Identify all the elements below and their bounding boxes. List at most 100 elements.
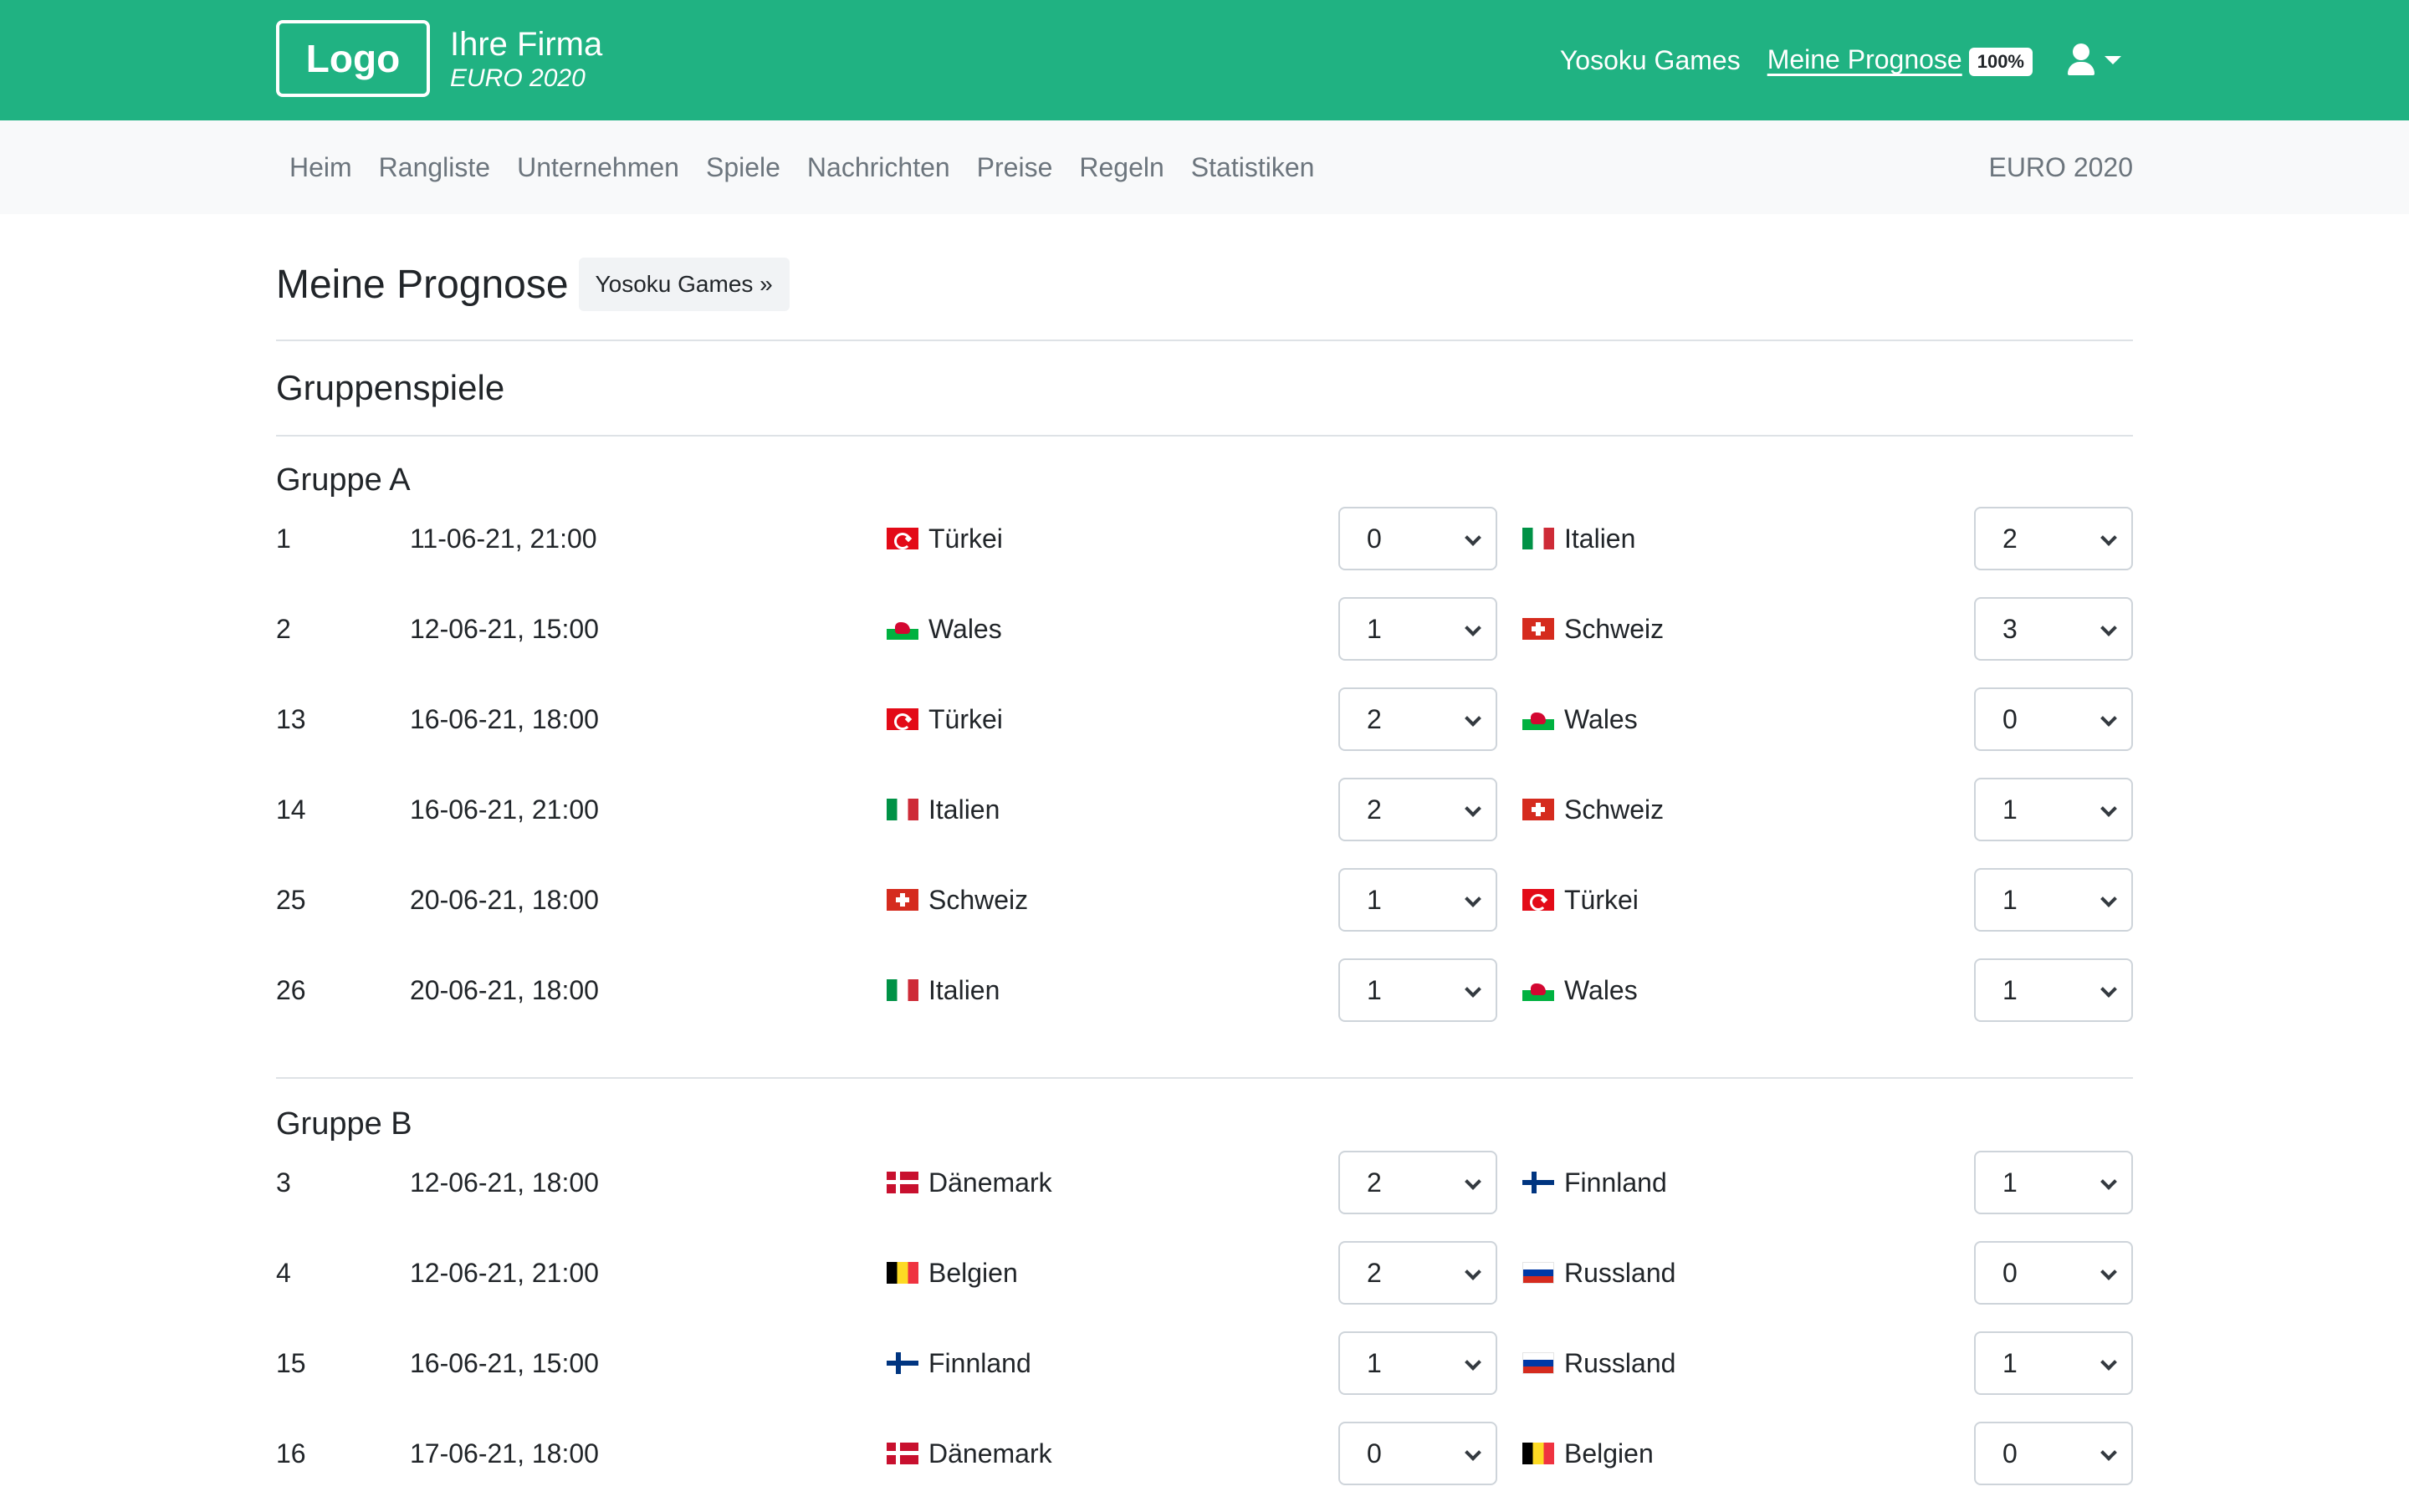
main-content: Meine Prognose Yosoku Games » Gruppenspi… [276, 214, 2133, 1512]
secondary-navbar: Heim Rangliste Unternehmen Spiele Nachri… [0, 120, 2409, 214]
away-score-select[interactable]: 1 [1974, 868, 2133, 932]
home-score-value: 1 [1367, 884, 1382, 915]
flag-be-icon [1522, 1443, 1554, 1464]
flag-fi-icon [1522, 1172, 1554, 1193]
home-team: Italien [887, 958, 1000, 1022]
home-score-select[interactable]: 2 [1338, 778, 1497, 841]
away-team-name: Belgien [1564, 1438, 1654, 1469]
subnav-item-nachrichten[interactable]: Nachrichten [794, 152, 964, 183]
home-team: Wales [887, 597, 1002, 661]
page-header: Meine Prognose Yosoku Games » [276, 256, 2133, 313]
home-score-select[interactable]: 0 [1338, 1422, 1497, 1485]
home-score-cell: 0 [1338, 507, 1497, 570]
caret-down-icon [2105, 56, 2121, 64]
away-score-select[interactable]: 1 [1974, 778, 2133, 841]
divider [276, 340, 2133, 341]
home-score-value: 1 [1367, 974, 1382, 1005]
home-score-select[interactable]: 2 [1338, 1151, 1497, 1214]
home-score-value: 0 [1367, 523, 1382, 554]
away-score-select[interactable]: 0 [1974, 1422, 2133, 1485]
home-team-name: Italien [928, 794, 1000, 825]
away-score-value: 1 [2002, 1167, 2018, 1198]
home-team-name: Finnland [928, 1347, 1031, 1378]
away-team-name: Wales [1564, 703, 1638, 734]
subnav-item-rangliste[interactable]: Rangliste [366, 152, 504, 183]
subnav-item-heim[interactable]: Heim [276, 152, 366, 183]
away-score-select[interactable]: 1 [1974, 1151, 2133, 1214]
home-team: Türkei [887, 507, 1003, 570]
away-team: Belgien [1522, 1422, 1654, 1485]
home-team-name: Türkei [928, 523, 1003, 554]
user-menu-toggle[interactable] [2066, 43, 2121, 77]
nav-meine-prognose[interactable]: Meine Prognose 100% [1767, 44, 2033, 76]
flag-be-icon [887, 1262, 918, 1284]
home-team: Finnland [887, 1331, 1031, 1395]
away-team: Schweiz [1522, 597, 1664, 661]
away-score-select[interactable]: 2 [1974, 507, 2133, 570]
home-score-select[interactable]: 2 [1338, 687, 1497, 751]
home-score-cell: 2 [1338, 778, 1497, 841]
group-section: Gruppe B 3 12-06-21, 18:00 Dänemark 2 Finnlan… [276, 1077, 2133, 1512]
match-row: 16 17-06-21, 18:00 Dänemark 0 Belgien 0 [276, 1422, 2133, 1512]
chevron-down-icon [2100, 891, 2117, 907]
flag-tr-icon [1522, 889, 1554, 911]
home-score-select[interactable]: 2 [1338, 1241, 1497, 1305]
home-team-name: Belgien [928, 1257, 1018, 1288]
home-team: Dänemark [887, 1422, 1052, 1485]
home-score-select[interactable]: 1 [1338, 958, 1497, 1022]
subnav-item-regeln[interactable]: Regeln [1066, 152, 1177, 183]
home-score-select[interactable]: 1 [1338, 597, 1497, 661]
match-number: 16 [276, 1438, 306, 1469]
match-row: 25 20-06-21, 18:00 Schweiz 1 Türkei 1 [276, 868, 2133, 958]
flag-fi-icon [887, 1352, 918, 1374]
away-score-select[interactable]: 3 [1974, 597, 2133, 661]
brand: Ihre Firma EURO 2020 [450, 25, 602, 94]
chevron-down-icon [1465, 1444, 1481, 1461]
match-number: 13 [276, 703, 306, 734]
chevron-down-icon [2100, 710, 2117, 727]
away-team: Italien [1522, 507, 1635, 570]
chevron-down-icon [1465, 981, 1481, 998]
chevron-down-icon [1465, 710, 1481, 727]
away-team-name: Türkei [1564, 884, 1639, 915]
progress-badge: 100% [1968, 47, 2033, 76]
chevron-down-icon [2100, 1444, 2117, 1461]
flag-wa-icon [887, 618, 918, 640]
home-score-cell: 1 [1338, 868, 1497, 932]
flag-it-icon [887, 799, 918, 820]
home-team-name: Dänemark [928, 1167, 1052, 1198]
home-score-select[interactable]: 1 [1338, 868, 1497, 932]
away-score-select[interactable]: 0 [1974, 1241, 2133, 1305]
flag-wa-icon [1522, 708, 1554, 730]
away-score-value: 0 [2002, 1438, 2018, 1469]
logo[interactable]: Logo [276, 20, 430, 97]
away-score-select[interactable]: 1 [1974, 958, 2133, 1022]
subnav-item-unternehmen[interactable]: Unternehmen [504, 152, 693, 183]
nav-yosoku-games[interactable]: Yosoku Games [1560, 45, 1741, 76]
match-datetime: 20-06-21, 18:00 [410, 884, 599, 915]
away-team: Türkei [1522, 868, 1639, 932]
home-score-select[interactable]: 0 [1338, 507, 1497, 570]
away-score-select[interactable]: 0 [1974, 687, 2133, 751]
match-row: 14 16-06-21, 21:00 Italien 2 Schweiz 1 [276, 778, 2133, 868]
away-score-value: 3 [2002, 613, 2018, 644]
yosoku-games-button[interactable]: Yosoku Games » [578, 258, 790, 311]
chevron-down-icon [1465, 529, 1481, 546]
top-navbar: Logo Ihre Firma EURO 2020 Yosoku Games M… [0, 0, 2409, 120]
user-icon [2066, 43, 2096, 77]
section-title: Gruppenspiele [276, 368, 505, 407]
subnav-item-spiele[interactable]: Spiele [693, 152, 794, 183]
home-score-cell: 2 [1338, 687, 1497, 751]
home-score-select[interactable]: 1 [1338, 1331, 1497, 1395]
home-score-cell: 0 [1338, 1422, 1497, 1485]
away-score-cell: 1 [1974, 868, 2133, 932]
home-team: Belgien [887, 1241, 1018, 1305]
home-team: Schweiz [887, 868, 1028, 932]
subnav-item-preise[interactable]: Preise [964, 152, 1066, 183]
tournament-name: EURO 2020 [450, 64, 586, 92]
away-score-select[interactable]: 1 [1974, 1331, 2133, 1395]
match-datetime: 16-06-21, 21:00 [410, 794, 599, 825]
subnav-item-statistiken[interactable]: Statistiken [1178, 152, 1328, 183]
flag-tr-icon [887, 708, 918, 730]
match-datetime: 16-06-21, 15:00 [410, 1347, 599, 1378]
